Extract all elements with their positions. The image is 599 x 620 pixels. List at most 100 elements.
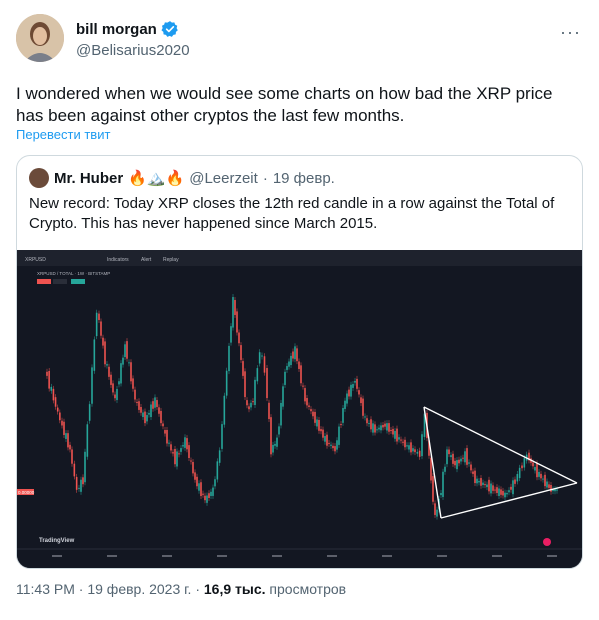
- candle-body: [168, 442, 170, 444]
- candle-body: [308, 405, 310, 407]
- candle-body: [176, 451, 178, 467]
- candle-body: [406, 445, 408, 447]
- candle-body: [186, 438, 188, 450]
- candle-body: [230, 326, 232, 343]
- candle-body: [344, 400, 346, 409]
- candle-body: [300, 365, 302, 384]
- candle-body: [548, 484, 550, 488]
- candle-body: [144, 411, 146, 424]
- tweet-text: I wondered when we would see some charts…: [16, 84, 553, 125]
- candle-body: [358, 390, 360, 395]
- quoted-handle: @Leerzeit: [189, 169, 258, 187]
- tweet-date[interactable]: 19 февр. 2023 г.: [87, 581, 191, 597]
- candle-body: [536, 463, 538, 478]
- candle-body: [398, 437, 400, 440]
- candle-body: [312, 411, 314, 417]
- quoted-tweet[interactable]: Mr. Huber 🔥🏔️🔥 @Leerzeit · 19 февр. New …: [16, 155, 583, 569]
- candle-body: [446, 449, 448, 465]
- toolbar-item-symbol: XRPUSD: [25, 257, 46, 263]
- candle-body: [384, 423, 386, 427]
- candle-body: [223, 395, 226, 425]
- candle-body: [462, 457, 464, 459]
- candle-body: [410, 442, 412, 453]
- candle-body: [512, 480, 514, 495]
- candle-body: [544, 474, 546, 487]
- candle-body: [521, 465, 523, 469]
- author-avatar[interactable]: [16, 14, 64, 62]
- candle-body: [356, 378, 358, 389]
- quoted-date: 19 февр.: [272, 169, 335, 187]
- candle-body: [392, 428, 394, 435]
- candle-body: [180, 448, 182, 452]
- candle-body: [236, 311, 238, 333]
- tweet-time[interactable]: 11:43 PM: [16, 581, 75, 597]
- candle-body: [164, 430, 166, 434]
- candle-body: [534, 467, 536, 471]
- candle-body: [286, 366, 288, 370]
- time-axis-tick: [327, 555, 337, 557]
- candle-body: [452, 453, 454, 464]
- candle-body: [52, 388, 55, 401]
- time-axis-tick: [437, 555, 447, 557]
- footer-separator-1: ·: [78, 581, 84, 597]
- candle-body: [84, 451, 86, 483]
- candle-body: [95, 312, 98, 337]
- candle-body: [376, 429, 378, 431]
- quoted-text: New record: Today XRP closes the 12th re…: [29, 195, 555, 232]
- candle-body: [154, 397, 156, 408]
- candle-body: [190, 460, 192, 462]
- candle-body: [91, 367, 93, 404]
- candle-body: [188, 445, 190, 459]
- candle-body: [400, 439, 402, 441]
- candle-body: [332, 445, 334, 449]
- candle-body: [328, 442, 330, 444]
- time-axis-tick: [547, 555, 557, 557]
- views-label: просмотров: [269, 581, 347, 597]
- candle-body: [252, 401, 254, 403]
- candle-body: [288, 361, 290, 367]
- time-axis-tick: [272, 555, 282, 557]
- candle-body: [284, 371, 286, 385]
- candle-body: [50, 386, 53, 391]
- candle-body: [540, 473, 542, 479]
- candle-body: [120, 363, 122, 384]
- candle-body: [69, 444, 71, 450]
- candle-body: [208, 493, 210, 498]
- candle-body: [128, 362, 130, 364]
- candle-body: [354, 380, 356, 383]
- candle-body: [388, 423, 390, 432]
- author-handle[interactable]: @Belisarius2020: [76, 42, 190, 59]
- price-axis-badge-text: 0.00000: [18, 490, 35, 495]
- candle-body: [146, 415, 148, 422]
- more-horizontal-icon[interactable]: ···: [560, 22, 581, 43]
- candle-body: [104, 341, 106, 365]
- candle-body: [194, 472, 196, 480]
- chart-image[interactable]: XRPUSD Indicators Alert Replay XRPUSD / …: [17, 250, 582, 568]
- candle-body: [306, 398, 308, 406]
- sell-badge: [37, 279, 51, 284]
- candle-body: [380, 425, 382, 431]
- candle-body: [502, 490, 504, 496]
- candle-body: [200, 482, 202, 497]
- candle-body: [458, 459, 460, 464]
- time-axis-tick: [107, 555, 117, 557]
- translate-link[interactable]: Перевести твит: [16, 127, 110, 142]
- candle-body: [532, 462, 534, 467]
- candle-body: [336, 440, 338, 450]
- candle-body: [218, 450, 221, 463]
- time-axis-tick: [162, 555, 172, 557]
- candle-body: [340, 424, 342, 426]
- candle-body: [482, 482, 484, 485]
- candle-body: [302, 385, 304, 387]
- candle-body: [304, 388, 306, 402]
- author-name[interactable]: bill morgan: [76, 21, 157, 38]
- candle-body: [352, 384, 354, 388]
- spread-badge: [53, 279, 67, 284]
- candle-body: [334, 446, 336, 452]
- candle-body: [496, 487, 498, 493]
- time-axis-tick: [382, 555, 392, 557]
- candle-body: [442, 471, 444, 497]
- candle-body: [148, 412, 150, 415]
- candle-body: [298, 361, 300, 369]
- candle-body: [216, 461, 219, 480]
